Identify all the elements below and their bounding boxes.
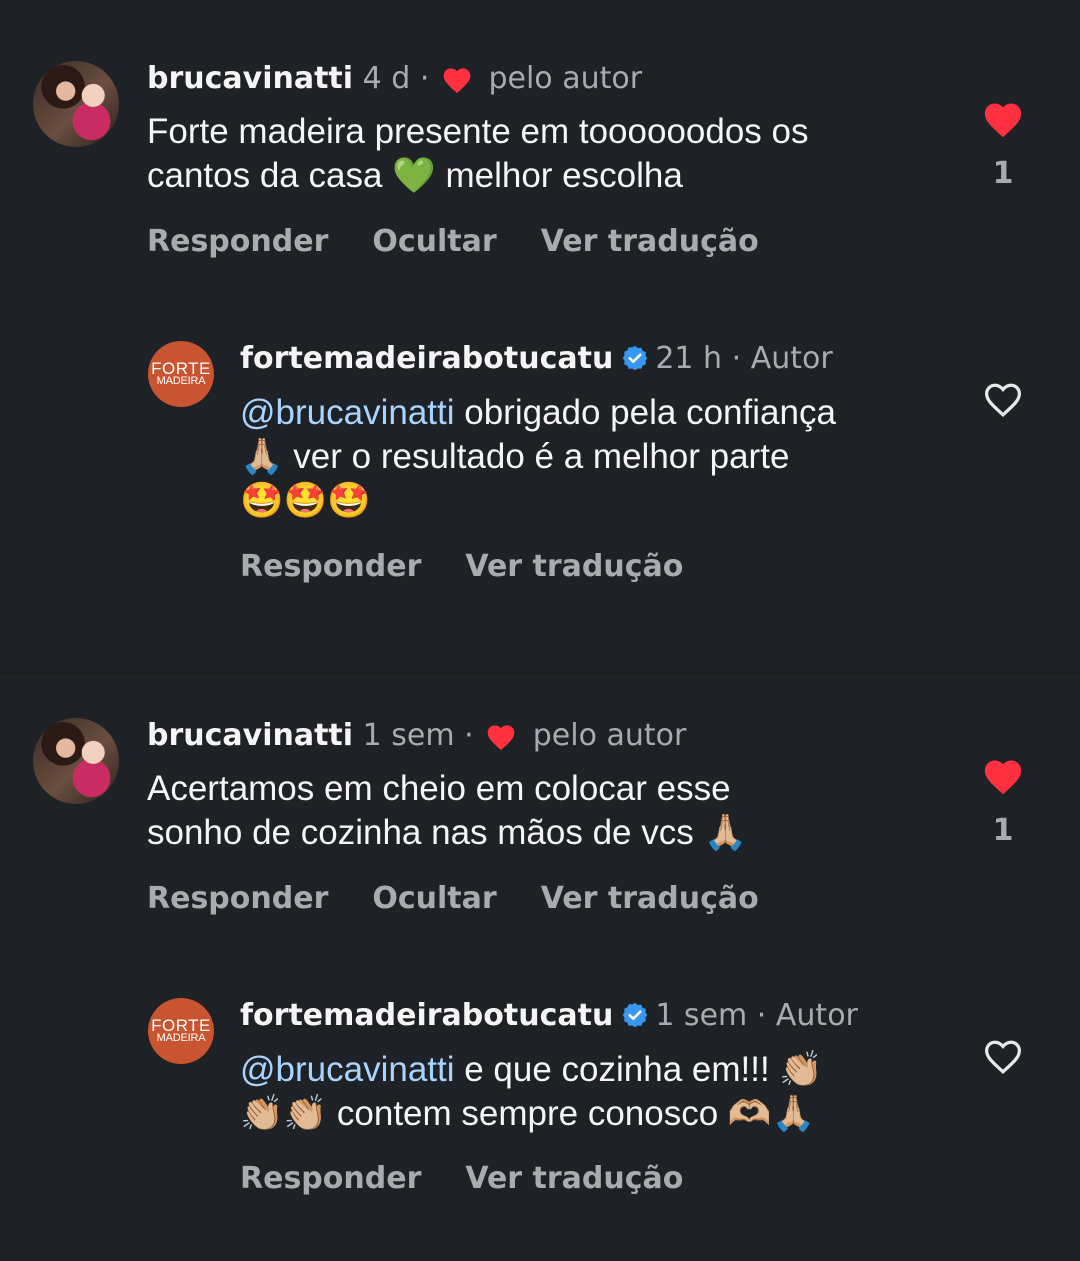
verified-badge-icon [623,345,648,371]
brand-logo-line1: FORTE [151,359,211,378]
reply-button[interactable]: Responder [240,547,421,587]
timestamp: 1 sem [362,718,455,753]
like-control[interactable]: 1 [973,755,1033,848]
see-translation-button[interactable]: Ver tradução [541,222,759,262]
comment-actions: Responder Ver tradução [240,547,727,587]
like-control[interactable] [973,378,1033,422]
brand-logo-line2: MADEIRA [156,375,206,387]
thread-divider [0,672,1080,674]
separator: · [731,341,742,376]
mention-link[interactable]: @brucavinatti [240,393,455,432]
comment-text: @brucavinatti obrigado pela confiança 🙏🏼… [240,391,836,523]
heart-outline-icon[interactable] [980,1035,1026,1075]
author-label: Autor [750,341,833,376]
timestamp: 21 h [655,341,723,376]
avatar[interactable]: FORTE MADEIRA [148,341,214,407]
timestamp: 4 d [362,61,411,96]
see-translation-button[interactable]: Ver tradução [541,879,759,919]
separator: · [464,718,474,753]
brand-logo-line1: FORTE [151,1016,211,1035]
avatar[interactable] [33,718,119,804]
mention-link[interactable]: @brucavinatti [240,1050,455,1089]
comment-meta: fortemadeirabotucatu 21 h · Autor [240,340,833,378]
reply-button[interactable]: Responder [147,222,328,262]
username[interactable]: fortemadeirabotucatu [240,341,613,376]
author-label: Autor [775,998,858,1033]
comment-meta: brucavinatti 1 sem · pelo autor [147,717,686,755]
see-translation-button[interactable]: Ver tradução [465,1159,683,1199]
hide-button[interactable]: Ocultar [372,879,496,919]
like-count: 1 [992,813,1014,848]
brand-logo-line2: MADEIRA [156,1032,206,1044]
username[interactable]: brucavinatti [147,718,353,753]
heart-outline-icon[interactable] [980,378,1026,418]
comment-text: Acertamos em cheio em colocar esse sonho… [147,769,748,852]
avatar[interactable]: FORTE MADEIRA [148,998,214,1064]
comment-meta: fortemadeirabotucatu 1 sem · Autor [240,997,858,1035]
timestamp: 1 sem [655,998,748,1033]
heart-filled-icon[interactable] [980,755,1026,795]
heart-filled-icon[interactable] [980,98,1026,138]
hide-button[interactable]: Ocultar [372,222,496,262]
comment-text: Forte madeira presente em toooooodos os … [147,112,809,195]
liked-by-author-label: pelo autor [532,718,687,753]
like-count: 1 [992,156,1014,191]
comment-actions: Responder Ocultar Ver tradução [147,879,803,919]
liked-by-author-label: pelo autor [488,61,643,96]
like-control[interactable]: 1 [973,98,1033,191]
reply-button[interactable]: Responder [147,879,328,919]
see-translation-button[interactable]: Ver tradução [465,547,683,587]
like-control[interactable] [973,1035,1033,1079]
username[interactable]: fortemadeirabotucatu [240,998,613,1033]
verified-badge-icon [623,1002,648,1028]
comment-text: @brucavinatti e que cozinha em!!! 👏🏼 👏🏼👏… [240,1048,823,1136]
heart-filled-icon [487,725,515,751]
heart-filled-icon [443,68,471,94]
comment-meta: brucavinatti 4 d · pelo autor [147,60,642,98]
reply-button[interactable]: Responder [240,1159,421,1199]
separator: · [419,61,430,96]
avatar[interactable] [33,61,119,147]
comment-actions: Responder Ocultar Ver tradução [147,222,803,262]
separator: · [756,998,767,1033]
username[interactable]: brucavinatti [147,61,353,96]
comment-actions: Responder Ver tradução [240,1159,727,1199]
comments-screen: brucavinatti 4 d · pelo autor Forte made… [0,0,1080,1261]
